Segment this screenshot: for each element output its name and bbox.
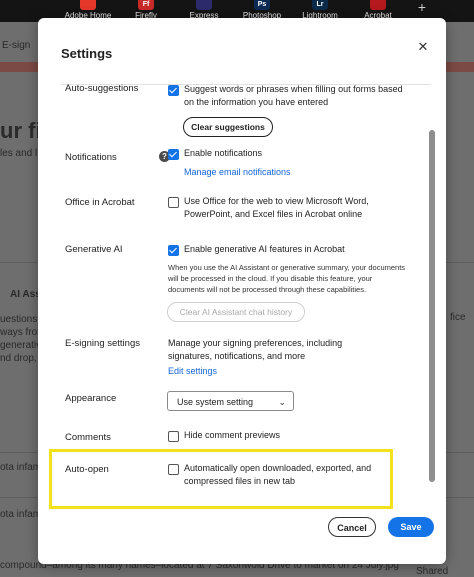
bg-line: ways fron <box>0 327 43 338</box>
express-icon <box>196 0 212 10</box>
auto-open-highlight <box>49 449 393 509</box>
dialog-scrollbar[interactable] <box>429 130 435 482</box>
acrobat-icon <box>370 0 386 10</box>
firefly-icon: Ff <box>138 0 154 10</box>
generative-ai-label: Generative AI <box>65 244 123 255</box>
manage-email-notifications-link[interactable]: Manage email notifications <box>184 167 291 177</box>
appearance-select-value: Use system setting <box>177 397 254 407</box>
bg-subheading: les and l <box>0 148 38 159</box>
bg-shared-label: Shared <box>416 566 449 577</box>
generative-ai-checkbox[interactable] <box>168 245 179 256</box>
notifications-checkbox[interactable] <box>168 149 179 160</box>
notifications-label: Notifications <box>65 152 117 163</box>
add-app-icon[interactable]: + <box>414 0 430 14</box>
hide-comment-previews-text: Hide comment previews <box>184 430 281 440</box>
bg-esign-label: E-sign <box>2 40 31 51</box>
adobe-home-icon <box>80 0 96 10</box>
clear-ai-chat-history-button[interactable]: Clear AI Assistant chat history <box>167 302 305 322</box>
lightroom-icon: Lr <box>312 0 328 10</box>
auto-suggestions-label: Auto-suggestions <box>65 83 139 94</box>
notifications-text: Enable notifications <box>184 148 263 158</box>
esigning-label: E-signing settings <box>65 338 140 349</box>
auto-suggestions-text: Suggest words or phrases when filling ou… <box>184 84 403 107</box>
dialog-title: Settings <box>61 46 113 61</box>
generative-ai-text: Enable generative AI features in Acrobat <box>184 244 345 254</box>
office-checkbox[interactable] <box>168 197 179 208</box>
auto-suggestions-checkbox[interactable] <box>168 85 179 96</box>
clear-suggestions-button[interactable]: Clear suggestions <box>183 117 273 137</box>
chevron-down-icon: ⌄ <box>278 397 286 407</box>
close-icon[interactable]: ✕ <box>414 38 432 56</box>
esigning-text: Manage your signing preferences, includi… <box>168 338 343 361</box>
appearance-label: Appearance <box>65 393 117 404</box>
office-label: Office in Acrobat <box>65 197 135 208</box>
generative-ai-note: When you use the AI Assistant or generat… <box>168 263 406 294</box>
save-button[interactable]: Save <box>388 517 434 537</box>
comments-label: Comments <box>65 432 111 443</box>
office-text: Use Office for the web to view Microsoft… <box>184 196 369 219</box>
cancel-button[interactable]: Cancel <box>328 517 376 537</box>
hide-comment-previews-checkbox[interactable] <box>168 431 179 442</box>
edit-settings-link[interactable]: Edit settings <box>168 366 217 376</box>
appearance-select[interactable]: Use system setting ⌄ <box>167 391 294 411</box>
photoshop-icon: Ps <box>254 0 270 10</box>
bg-right-text: fice <box>450 312 466 323</box>
